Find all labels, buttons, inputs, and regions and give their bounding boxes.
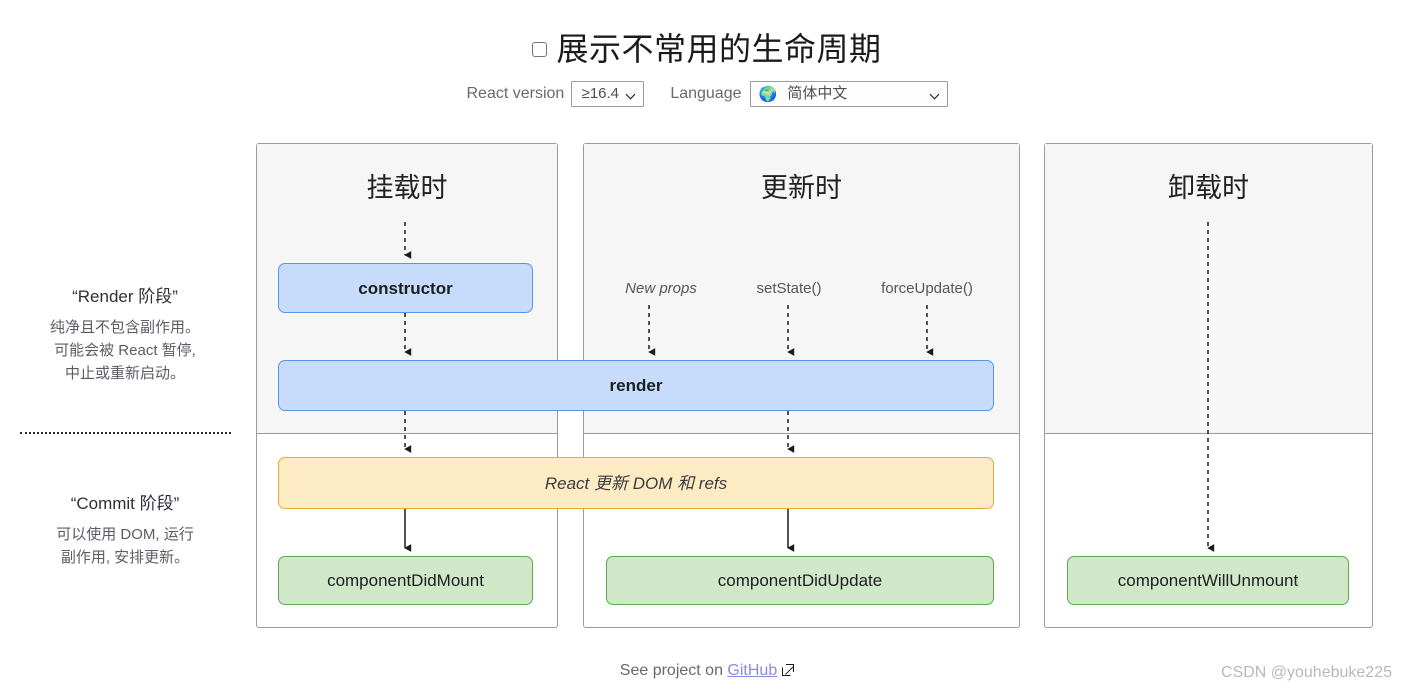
- chevron-down-icon: [627, 91, 636, 100]
- commit-phase-note: “Commit 阶段” 可以使用 DOM, 运行 副作用, 安排更新。: [0, 489, 250, 569]
- trigger-force-update: forceUpdate(): [881, 280, 973, 297]
- controls-spacer: [644, 93, 670, 94]
- csdn-watermark: CSDN @youhebuke225: [1220, 664, 1392, 681]
- language-select[interactable]: 🌍 简体中文: [749, 81, 948, 107]
- node-component-did-mount[interactable]: componentDidMount: [278, 556, 533, 605]
- show-legacy-lifecycle-checkbox[interactable]: [532, 42, 548, 57]
- node-render[interactable]: render: [278, 360, 994, 411]
- footer-text: See project on: [619, 662, 723, 679]
- language-value: 简体中文: [787, 85, 848, 103]
- render-phase-desc-line-1: 纯净且不包含副作用。: [49, 319, 200, 336]
- react-version-value: ≥16.4: [581, 85, 620, 103]
- footer: See project on GitHub: [0, 662, 1414, 680]
- page-title: 展示不常用的生命周期: [0, 0, 1414, 70]
- controls-bar: React version ≥16.4 Language 🌍 简体中文: [0, 81, 1414, 107]
- react-version-select[interactable]: ≥16.4: [571, 81, 645, 107]
- language-label: Language: [670, 85, 742, 102]
- node-component-will-unmount[interactable]: componentWillUnmount: [1067, 556, 1349, 605]
- github-link[interactable]: GitHub: [727, 662, 777, 679]
- render-phase-desc-line-2: 可能会被 React 暂停,: [54, 342, 196, 359]
- react-version-label: React version: [466, 85, 565, 102]
- page-header: 展示不常用的生命周期 React version ≥16.4 Language …: [0, 0, 1414, 107]
- trigger-new-props: New props: [625, 280, 697, 297]
- render-phase-note: “Render 阶段” 纯净且不包含副作用。 可能会被 React 暂停, 中止…: [0, 282, 250, 385]
- node-react-updates-dom-and-refs: React 更新 DOM 和 refs: [278, 457, 994, 509]
- render-phase-desc-line-3: 中止或重新启动。: [64, 365, 185, 382]
- commit-phase-desc-line-2: 副作用, 安排更新。: [60, 549, 190, 566]
- external-link-icon: [782, 664, 795, 676]
- commit-phase-title: “Commit 阶段”: [70, 494, 180, 513]
- column-unmounting-heading: 卸载时: [1168, 173, 1249, 203]
- globe-icon: 🌍: [758, 86, 778, 103]
- render-phase-title: “Render 阶段”: [72, 287, 178, 306]
- column-updating-heading: 更新时: [761, 173, 842, 203]
- chevron-down-icon: [931, 91, 940, 100]
- phase-divider: [20, 432, 231, 434]
- node-component-did-update[interactable]: componentDidUpdate: [606, 556, 994, 605]
- column-mounting-heading: 挂载时: [366, 173, 448, 203]
- phase-legend-sidebar: “Render 阶段” 纯净且不包含副作用。 可能会被 React 暂停, 中止…: [0, 143, 250, 628]
- node-constructor[interactable]: constructor: [278, 263, 533, 313]
- trigger-set-state: setState(): [756, 280, 822, 297]
- commit-phase-desc-line-1: 可以使用 DOM, 运行: [56, 526, 194, 543]
- page-title-text: 展示不常用的生命周期: [556, 31, 882, 67]
